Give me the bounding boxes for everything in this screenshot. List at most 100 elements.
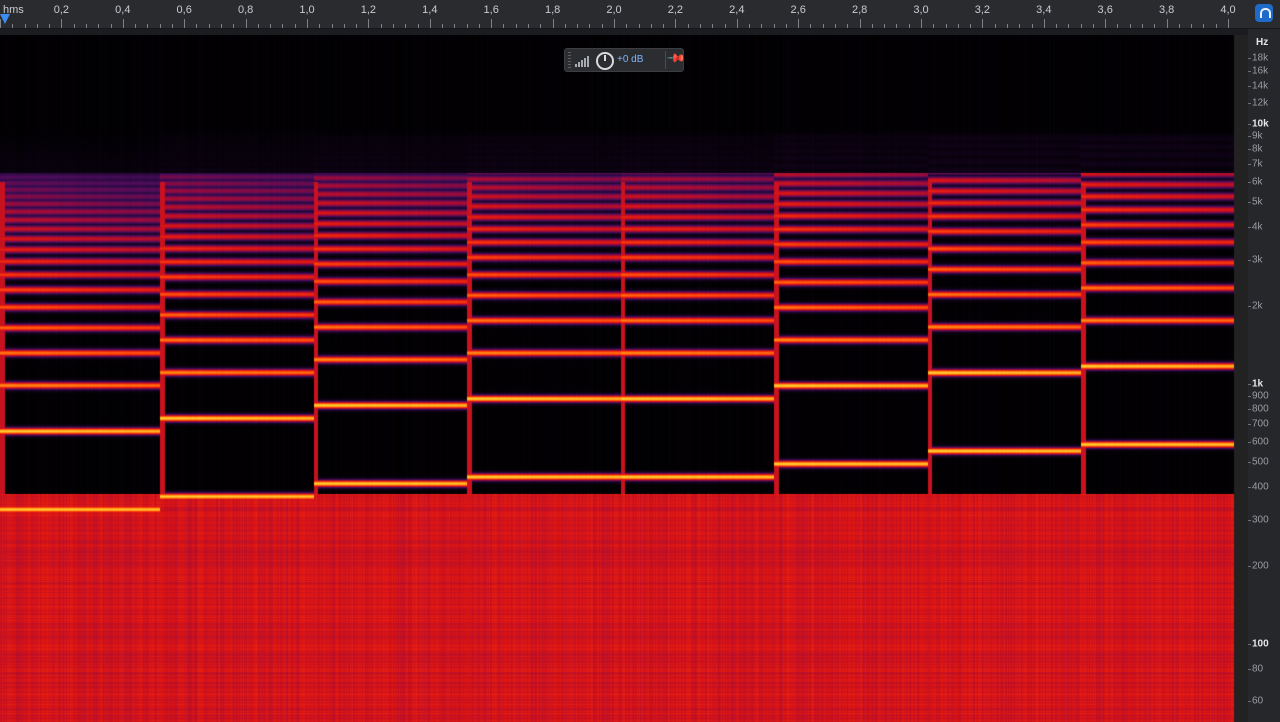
time-ruler-minor-tick <box>110 24 112 28</box>
frequency-label: 12k <box>1252 97 1269 109</box>
time-ruler-minor-tick <box>196 24 198 28</box>
frequency-label: 3k <box>1252 254 1263 266</box>
time-ruler-label: 3,0 <box>913 4 929 16</box>
time-ruler-minor-tick <box>24 24 26 28</box>
frequency-label: 14k <box>1252 80 1269 92</box>
time-ruler-minor-tick <box>1068 24 1070 28</box>
time-ruler-minor-tick <box>368 19 370 28</box>
time-ruler-minor-tick <box>712 24 714 28</box>
time-ruler-minor-tick <box>859 19 861 28</box>
spectral-frequency-display[interactable] <box>0 35 1248 722</box>
time-ruler-minor-tick <box>307 19 308 28</box>
time-ruler-minor-tick <box>392 24 394 28</box>
time-ruler-minor-tick <box>147 24 149 28</box>
time-ruler-minor-tick <box>245 19 247 28</box>
frequency-label: 60 <box>1252 695 1264 707</box>
frequency-unit-label: Hz <box>1256 37 1269 48</box>
time-ruler-minor-tick <box>1154 24 1156 28</box>
time-ruler-label: 1,6 <box>483 4 499 16</box>
frequency-label: 2k <box>1252 300 1263 312</box>
time-ruler[interactable]: hms 0,2 0,4 0,6 0,8 1,0 1,2 1,4 1,6 1,8 2,0 2,2 2,4… <box>0 0 1248 29</box>
time-ruler-minor-tick <box>638 24 640 28</box>
time-ruler-minor-tick <box>945 24 947 28</box>
frequency-tick <box>1248 395 1251 397</box>
time-ruler-minor-tick <box>208 24 210 28</box>
time-ruler-minor-tick <box>650 24 652 28</box>
time-ruler-minor-tick <box>785 24 787 28</box>
level-meter-icon <box>575 55 591 67</box>
frequency-label: 500 <box>1252 456 1269 468</box>
time-ruler-minor-tick <box>122 19 124 28</box>
time-ruler-minor-tick <box>1092 24 1094 28</box>
frequency-tick <box>1248 424 1251 426</box>
frequency-label: 900 <box>1252 390 1269 402</box>
time-ruler-minor-tick <box>135 24 137 28</box>
time-ruler-minor-tick <box>1080 24 1082 28</box>
time-ruler-minor-tick <box>1006 24 1008 28</box>
frequency-label: 800 <box>1252 403 1269 415</box>
frequency-label: 80 <box>1252 663 1264 675</box>
pin-icon[interactable]: 📌 <box>666 48 686 68</box>
time-ruler-minor-tick <box>908 24 910 28</box>
time-ruler-minor-tick <box>1031 24 1033 28</box>
frequency-scale[interactable]: Hz 18k 16k 14k 12k 10k 9k 8k 7k 6k 5k 4k 3k 2k 1k 900 8… <box>1248 29 1280 722</box>
gain-hud[interactable]: +0 dB 📌 <box>564 48 687 72</box>
time-ruler-minor-tick <box>294 24 296 28</box>
time-ruler-minor-tick <box>847 24 849 28</box>
time-ruler-minor-tick <box>442 24 444 28</box>
time-ruler-minor-tick <box>12 24 14 28</box>
knob-icon[interactable] <box>596 52 614 70</box>
frequency-label: 16k <box>1252 65 1269 77</box>
frequency-tick <box>1248 643 1251 645</box>
frequency-tick <box>1248 103 1251 105</box>
time-ruler-label: 0,4 <box>115 4 131 16</box>
time-ruler-minor-tick <box>221 24 223 28</box>
time-ruler-label: 2,4 <box>729 4 745 16</box>
playhead-marker[interactable] <box>0 14 10 24</box>
time-ruler-minor-tick <box>61 19 63 28</box>
time-ruler-minor-tick <box>478 24 480 28</box>
time-ruler-minor-tick <box>564 24 566 28</box>
time-ruler-minor-tick <box>1117 24 1119 28</box>
time-ruler-minor-tick <box>528 24 530 28</box>
time-ruler-minor-tick <box>552 19 554 28</box>
time-ruler-minor-tick <box>36 24 38 28</box>
snap-magnet-icon[interactable] <box>1255 4 1273 22</box>
time-ruler-minor-tick <box>515 24 517 28</box>
time-ruler-label: 0,2 <box>53 4 70 16</box>
time-ruler-label: 1,8 <box>544 4 561 16</box>
hud-grip-handle[interactable] <box>568 52 571 68</box>
frequency-tick <box>1248 202 1251 204</box>
time-ruler-minor-tick <box>1166 19 1168 28</box>
time-ruler-minor-tick <box>405 24 407 28</box>
frequency-label: 600 <box>1252 436 1269 448</box>
gain-value[interactable]: +0 dB <box>617 54 643 65</box>
time-ruler-minor-tick <box>699 24 701 28</box>
hud-divider <box>665 51 666 69</box>
time-ruler-minor-tick <box>417 24 419 28</box>
time-ruler-minor-tick <box>73 24 75 28</box>
time-ruler-label: 2,2 <box>667 4 684 16</box>
time-ruler-minor-tick <box>540 24 542 28</box>
time-ruler-minor-tick <box>687 24 689 28</box>
time-ruler-minor-tick <box>282 24 284 28</box>
frequency-tick <box>1248 227 1251 229</box>
time-ruler-minor-tick <box>921 19 922 28</box>
frequency-tick <box>1248 181 1251 183</box>
time-ruler-minor-tick <box>994 24 996 28</box>
time-ruler-minor-tick <box>1056 24 1058 28</box>
ruler-corner <box>1248 0 1280 29</box>
time-ruler-minor-tick <box>49 24 51 28</box>
time-ruler-minor-tick <box>1203 24 1205 28</box>
time-ruler-minor-tick <box>343 24 345 28</box>
time-ruler-minor-tick <box>896 24 898 28</box>
time-ruler-label: 4,0 <box>1220 4 1236 16</box>
time-ruler-label: 1,2 <box>360 4 377 16</box>
time-ruler-minor-tick <box>270 24 272 28</box>
frequency-tick <box>1248 305 1251 307</box>
frequency-label: 300 <box>1252 514 1269 526</box>
frequency-label: 400 <box>1252 481 1269 493</box>
time-ruler-minor-tick <box>454 24 456 28</box>
time-ruler-minor-tick <box>466 24 468 28</box>
time-ruler-label: 0,8 <box>237 4 254 16</box>
